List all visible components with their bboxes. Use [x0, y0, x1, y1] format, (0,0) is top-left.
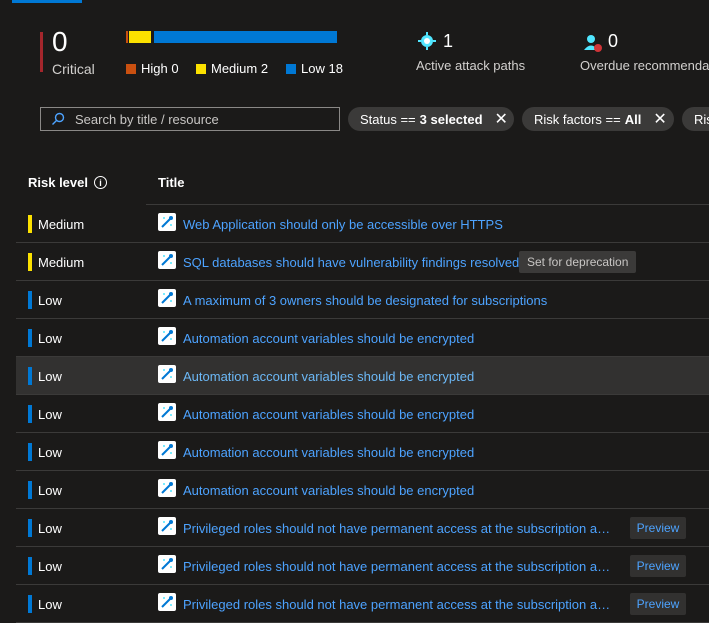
user-alert-icon: [584, 35, 602, 52]
recommendation-icon: [158, 251, 176, 269]
column-header-title[interactable]: Title: [158, 175, 185, 190]
risk-level-value: Low: [38, 445, 62, 460]
recommendation-icon: [158, 289, 176, 307]
recommendation-icon: [158, 479, 176, 497]
table-row[interactable]: Low A maximum of 3 owners should be desig…: [16, 281, 709, 319]
preview-badge: Preview: [630, 593, 686, 615]
overdue-label[interactable]: Overdue recommendatio: [580, 58, 709, 73]
search-input[interactable]: [73, 110, 337, 128]
additional-filter-pill[interactable]: Ris: [682, 107, 709, 131]
search-icon: [52, 112, 65, 125]
recommendation-title-link[interactable]: Web Application should only be accessibl…: [183, 217, 503, 232]
attack-path-icon: [418, 32, 436, 50]
critical-count: 0: [52, 26, 68, 57]
risk-level-value: Low: [38, 369, 62, 384]
severity-indicator: [28, 443, 32, 461]
recommendation-icon: [158, 517, 176, 535]
recommendation-icon: [158, 593, 176, 611]
recommendation-icon: [158, 403, 176, 421]
attack-paths-label[interactable]: Active attack paths: [416, 58, 525, 73]
table-row[interactable]: Medium Web Application should only be acc…: [16, 205, 709, 243]
recommendation-title-link[interactable]: Automation account variables should be e…: [183, 483, 474, 498]
preview-badge: Preview: [630, 555, 686, 577]
recommendation-title-link[interactable]: Automation account variables should be e…: [183, 445, 474, 460]
info-icon[interactable]: i: [94, 176, 107, 189]
legend-low: Low 18: [286, 61, 343, 76]
table-row[interactable]: Low Privileged roles should not have perm…: [16, 547, 709, 585]
table-row[interactable]: Low Automation account variables should b…: [16, 433, 709, 471]
table-row[interactable]: Low Privileged roles should not have perm…: [16, 509, 709, 547]
severity-indicator: [28, 367, 32, 385]
severity-indicator: [28, 595, 32, 613]
status-filter-pill[interactable]: Status == 3 selected ✕: [348, 107, 514, 131]
overdue-count: 0: [608, 31, 619, 51]
risk-level-value: Low: [38, 331, 62, 346]
low-segment: [154, 31, 337, 43]
medium-segment: [129, 31, 151, 43]
legend-high: High 0: [126, 61, 179, 76]
recommendation-icon: [158, 327, 176, 345]
risk-factors-filter-pill[interactable]: Risk factors == All ✕: [522, 107, 674, 131]
recommendation-title-link[interactable]: Automation account variables should be e…: [183, 331, 474, 346]
legend-medium: Medium 2: [196, 61, 268, 76]
risk-level-value: Low: [38, 559, 62, 574]
recommendation-title-link[interactable]: Automation account variables should be e…: [183, 407, 474, 422]
severity-indicator: [28, 519, 32, 537]
table-row[interactable]: Low Automation account variables should b…: [16, 471, 709, 509]
critical-indicator: [40, 32, 43, 72]
recommendation-icon: [158, 441, 176, 459]
severity-indicator: [28, 215, 32, 233]
table-row[interactable]: Low Privileged roles should not have perm…: [16, 585, 709, 623]
recommendation-title-link[interactable]: Privileged roles should not have permane…: [183, 559, 615, 574]
risk-level-value: Low: [38, 597, 62, 612]
table-row[interactable]: Low Automation account variables should b…: [16, 319, 709, 357]
risk-level-value: Low: [38, 521, 62, 536]
high-segment: [126, 31, 128, 43]
attack-paths-count: 1: [443, 31, 454, 51]
severity-indicator: [28, 481, 32, 499]
search-box[interactable]: [40, 107, 340, 131]
recommendation-title-link[interactable]: SQL databases should have vulnerability …: [183, 255, 519, 270]
recommendation-icon: [158, 213, 176, 231]
recommendation-icon: [158, 365, 176, 383]
preview-badge: Preview: [630, 517, 686, 539]
risk-level-value: Low: [38, 483, 62, 498]
recommendation-title-link[interactable]: Privileged roles should not have permane…: [183, 597, 615, 612]
deprecation-badge: Set for deprecation: [519, 251, 637, 273]
table-row[interactable]: Low Automation account variables should b…: [16, 357, 709, 395]
table-row[interactable]: Low Automation account variables should b…: [16, 395, 709, 433]
critical-label: Critical: [52, 61, 95, 77]
risk-level-value: Low: [38, 293, 62, 308]
severity-indicator: [28, 557, 32, 575]
severity-indicator: [28, 329, 32, 347]
risk-level-value: Low: [38, 407, 62, 422]
severity-indicator: [28, 291, 32, 309]
recommendation-icon: [158, 555, 176, 573]
close-icon[interactable]: ✕: [495, 109, 508, 129]
column-header-risk-level[interactable]: Risk level i: [28, 175, 107, 190]
recommendation-title-link[interactable]: A maximum of 3 owners should be designat…: [183, 293, 547, 308]
close-icon[interactable]: ✕: [653, 109, 666, 129]
severity-indicator: [28, 405, 32, 423]
risk-level-value: Medium: [38, 255, 85, 270]
recommendation-title-link[interactable]: Privileged roles should not have permane…: [183, 521, 615, 536]
tab-indicator: [12, 0, 82, 3]
table-row[interactable]: Medium SQL databases should have vulnerab…: [16, 243, 709, 281]
recommendation-title-link[interactable]: Automation account variables should be e…: [183, 369, 474, 384]
severity-indicator: [28, 253, 32, 271]
risk-level-value: Medium: [38, 217, 85, 232]
